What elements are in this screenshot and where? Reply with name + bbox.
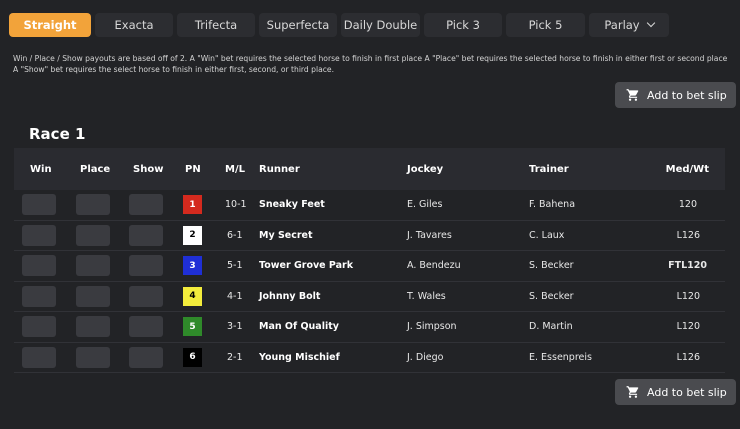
- tab-parlay-label: Parlay: [604, 18, 640, 32]
- win-checkbox[interactable]: [22, 285, 56, 307]
- tab-straight[interactable]: Straight: [9, 13, 91, 37]
- tab-pick-3[interactable]: Pick 3: [424, 13, 502, 37]
- place-checkbox[interactable]: [76, 316, 110, 337]
- show-checkbox[interactable]: [129, 255, 163, 276]
- runners-table: Win Place Show PN M/L Runner Jockey Trai…: [14, 148, 725, 373]
- morning-line: 4-1: [227, 290, 243, 302]
- morning-line: 2-1: [227, 351, 243, 363]
- chevron-down-icon: [646, 18, 655, 28]
- trainer-name: S. Becker: [529, 290, 574, 302]
- med-weight: L120: [676, 321, 700, 332]
- table-header: Win Place Show PN M/L Runner Jockey Trai…: [14, 148, 725, 190]
- col-trainer: Trainer: [529, 164, 569, 175]
- tab-daily-double[interactable]: Daily Double: [341, 13, 420, 37]
- win-checkbox[interactable]: [22, 194, 56, 215]
- tab-superfecta[interactable]: Superfecta: [259, 13, 337, 37]
- morning-line: 3-1: [227, 321, 243, 332]
- payout-description: Win / Place / Show payouts are based off…: [13, 54, 728, 74]
- place-checkbox[interactable]: [76, 224, 110, 246]
- med-weight: 120: [678, 199, 697, 210]
- col-medwt: Med/Wt: [665, 164, 709, 175]
- place-checkbox[interactable]: [76, 255, 110, 276]
- win-checkbox[interactable]: [22, 316, 56, 337]
- table-row: 4 4-1 Johnny Bolt T. Wales S. Becker L12…: [14, 282, 725, 312]
- table-row: 6 2-1 Young Mischief J. Diego E. Essenpr…: [14, 343, 725, 373]
- runner-name: Man Of Quality: [259, 321, 339, 332]
- col-pn: PN: [185, 164, 201, 175]
- program-number: 3: [183, 256, 202, 275]
- trainer-name: E. Essenpreis: [529, 351, 592, 363]
- trainer-name: D. Martin: [529, 321, 573, 332]
- morning-line: 10-1: [225, 199, 247, 210]
- race-title: Race 1: [29, 125, 86, 143]
- med-weight: L120: [676, 290, 700, 302]
- med-weight: FTL120: [668, 260, 707, 271]
- runner-name: Tower Grove Park: [259, 260, 354, 271]
- tab-trifecta[interactable]: Trifecta: [177, 13, 255, 37]
- runner-name: Young Mischief: [259, 351, 340, 363]
- tab-parlay[interactable]: Parlay: [589, 13, 669, 37]
- cart-icon: [626, 89, 639, 101]
- trainer-name: S. Becker: [529, 260, 574, 271]
- program-number: 1: [183, 195, 202, 214]
- tab-pick-5[interactable]: Pick 5: [506, 13, 585, 37]
- jockey-name: A. Bendezu: [407, 260, 461, 271]
- runner-name: Sneaky Feet: [259, 199, 325, 210]
- win-checkbox[interactable]: [22, 224, 56, 246]
- tab-exacta[interactable]: Exacta: [95, 13, 173, 37]
- morning-line: 6-1: [227, 229, 243, 241]
- place-checkbox[interactable]: [76, 346, 110, 368]
- col-jockey: Jockey: [407, 164, 444, 175]
- jockey-name: J. Simpson: [407, 321, 457, 332]
- table-row: 5 3-1 Man Of Quality J. Simpson D. Marti…: [14, 312, 725, 343]
- col-show: Show: [133, 164, 164, 175]
- col-place: Place: [80, 164, 111, 175]
- med-weight: L126: [676, 229, 700, 241]
- jockey-name: T. Wales: [407, 290, 446, 302]
- win-checkbox[interactable]: [22, 346, 56, 368]
- cart-icon: [626, 386, 639, 398]
- add-to-bet-slip-button-top[interactable]: Add to bet slip: [615, 82, 736, 108]
- runner-name: My Secret: [259, 229, 313, 241]
- col-runner: Runner: [259, 164, 300, 175]
- runner-name: Johnny Bolt: [259, 290, 321, 302]
- program-number: 6: [183, 347, 202, 367]
- trainer-name: C. Laux: [529, 229, 565, 241]
- col-ml: M/L: [225, 164, 245, 175]
- col-win: Win: [30, 164, 52, 175]
- show-checkbox[interactable]: [129, 285, 163, 307]
- table-row: 1 10-1 Sneaky Feet E. Giles F. Bahena 12…: [14, 190, 725, 221]
- add-to-bet-slip-button-bottom[interactable]: Add to bet slip: [615, 379, 736, 405]
- bet-type-tabs: Straight Exacta Trifecta Superfecta Dail…: [9, 13, 669, 37]
- place-checkbox[interactable]: [76, 194, 110, 215]
- med-weight: L126: [676, 351, 700, 363]
- show-checkbox[interactable]: [129, 194, 163, 215]
- place-checkbox[interactable]: [76, 285, 110, 307]
- add-to-bet-slip-label: Add to bet slip: [647, 88, 727, 102]
- show-checkbox[interactable]: [129, 224, 163, 246]
- win-checkbox[interactable]: [22, 255, 56, 276]
- program-number: 5: [183, 317, 202, 336]
- jockey-name: J. Tavares: [407, 229, 452, 241]
- morning-line: 5-1: [227, 260, 243, 271]
- program-number: 4: [183, 286, 202, 306]
- jockey-name: E. Giles: [407, 199, 443, 210]
- show-checkbox[interactable]: [129, 316, 163, 337]
- program-number: 2: [183, 225, 202, 245]
- show-checkbox[interactable]: [129, 346, 163, 368]
- trainer-name: F. Bahena: [529, 199, 576, 210]
- add-to-bet-slip-label: Add to bet slip: [647, 385, 727, 399]
- table-row: 3 5-1 Tower Grove Park A. Bendezu S. Bec…: [14, 251, 725, 282]
- table-row: 2 6-1 My Secret J. Tavares C. Laux L126: [14, 221, 725, 251]
- jockey-name: J. Diego: [407, 351, 444, 363]
